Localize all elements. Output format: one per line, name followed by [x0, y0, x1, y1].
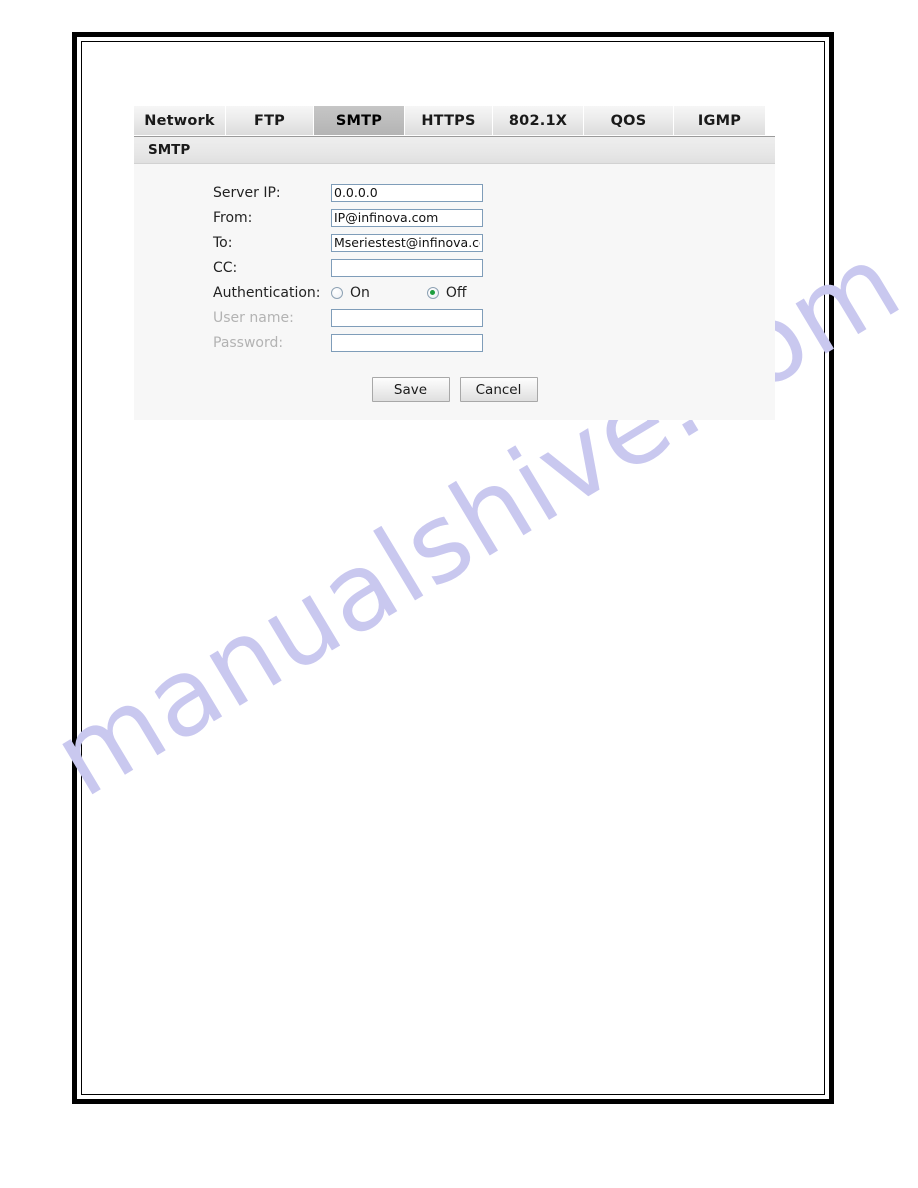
radio-authentication-on[interactable]: On — [331, 285, 370, 301]
tab-https[interactable]: HTTPS — [405, 106, 493, 135]
field-input[interactable] — [331, 208, 483, 227]
radio-label: Off — [445, 284, 467, 301]
settings-tab-strip: Network FTP SMTP HTTPS 802.1X QOS IGMP — [134, 106, 775, 137]
primary-field-list: Server IP: From: To: CC: — [134, 180, 775, 280]
smtp-settings-panel: Network FTP SMTP HTTPS 802.1X QOS IGMP SMTP Se… — [134, 106, 775, 420]
tab-802-1x[interactable]: 802.1X — [493, 106, 584, 135]
field-row: Server IP: — [134, 180, 775, 205]
credential-label: User name: — [213, 309, 294, 326]
cancel-button[interactable]: Cancel — [459, 377, 538, 402]
credential-input — [331, 308, 483, 327]
field-label: To: — [213, 234, 233, 251]
credential-field-list: User name: Password: — [134, 305, 775, 355]
smtp-form: Server IP: From: To: CC: Authentication: On… — [134, 164, 775, 420]
credential-input — [331, 333, 483, 352]
tab-igmp[interactable]: IGMP — [674, 106, 765, 135]
radio-checked-icon[interactable] — [426, 286, 439, 299]
field-input[interactable] — [331, 258, 483, 277]
authentication-row: Authentication: On Off — [134, 280, 775, 305]
tab-ftp[interactable]: FTP — [226, 106, 314, 135]
field-row: From: — [134, 205, 775, 230]
tab-smtp[interactable]: SMTP — [314, 106, 405, 135]
credential-row: Password: — [134, 330, 775, 355]
field-label: From: — [213, 209, 253, 226]
save-button[interactable]: Save — [371, 377, 450, 402]
radio-authentication-off[interactable]: Off — [426, 284, 467, 301]
radio-unchecked-icon[interactable] — [331, 286, 343, 299]
field-input[interactable] — [331, 233, 483, 252]
field-row: To: — [134, 230, 775, 255]
form-button-row: Save Cancel — [134, 377, 775, 402]
field-label: Server IP: — [213, 184, 281, 201]
section-header: SMTP — [134, 137, 775, 164]
tab-network[interactable]: Network — [134, 106, 226, 135]
field-row: CC: — [134, 255, 775, 280]
radio-label: On — [350, 284, 370, 301]
field-label: CC: — [213, 259, 238, 276]
authentication-radio-group[interactable]: On Off — [331, 283, 467, 303]
tab-qos[interactable]: QOS — [584, 106, 674, 135]
authentication-label: Authentication: — [213, 284, 321, 301]
credential-row: User name: — [134, 305, 775, 330]
field-input[interactable] — [331, 183, 483, 202]
section-header-title: SMTP — [148, 142, 191, 158]
credential-label: Password: — [213, 334, 284, 351]
